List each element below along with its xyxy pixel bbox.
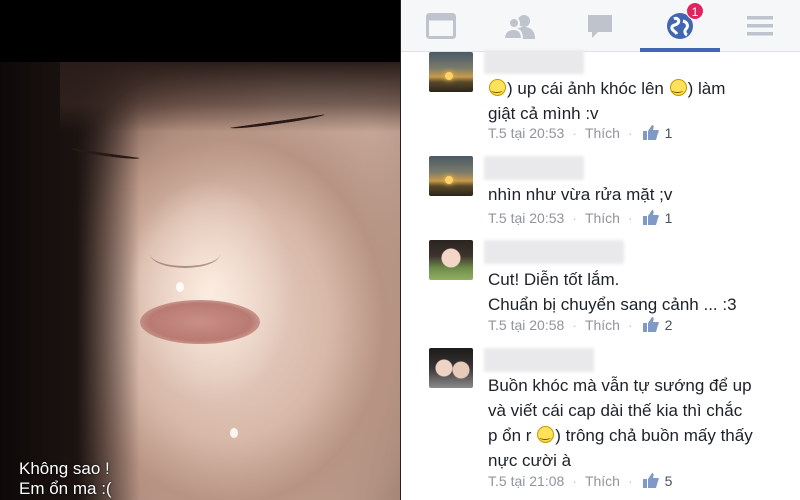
separator: ·: [572, 473, 577, 489]
commenter-name-blurred[interactable]: [484, 348, 594, 372]
photo-lips: [140, 300, 260, 344]
thumbs-up-icon: [642, 473, 659, 488]
browser-icon: [426, 13, 456, 39]
commenter-name-blurred[interactable]: [484, 156, 584, 180]
avatar[interactable]: [429, 52, 473, 92]
separator: ·: [572, 317, 577, 333]
comment-timestamp[interactable]: T.5 tại 20:53: [488, 125, 564, 141]
caption-line-1: Không sao !: [19, 459, 110, 478]
photo-tear: [230, 428, 238, 438]
photo-caption: Không sao ! Em ổn ma :(: [19, 459, 112, 499]
comment-meta: T.5 tại 21:08 · Thích · 5: [488, 471, 672, 491]
comment-text: Buồn khóc mà vẫn tự sướng để up và viết …: [488, 373, 788, 473]
photo-nose: [150, 240, 220, 268]
avatar[interactable]: [429, 156, 473, 196]
thumbs-up-icon: [642, 210, 659, 225]
avatar[interactable]: [429, 240, 473, 280]
like-link[interactable]: Thích: [585, 317, 620, 333]
comment-text: nhìn như vừa rửa mặt ;v: [488, 185, 673, 204]
like-count[interactable]: 5: [665, 473, 673, 489]
thumbs-up-icon: [642, 125, 659, 140]
avatar[interactable]: [429, 348, 473, 388]
friends-icon: [503, 15, 535, 39]
comment-text: ) up cái ảnh khóc lên ) làm giật cả mình…: [488, 76, 788, 126]
nav-messages-button[interactable]: [560, 0, 640, 52]
photo-tear: [176, 282, 184, 292]
commenter-name-blurred[interactable]: [484, 50, 584, 74]
facebook-comments-panel: 1 ) up cái ảnh khóc lên ) làm giật cả mì…: [401, 0, 800, 500]
comment-timestamp[interactable]: T.5 tại 21:08: [488, 473, 564, 489]
separator: ·: [627, 473, 633, 489]
comment-meta: T.5 tại 20:53 · Thích · 1: [488, 208, 672, 228]
like-count[interactable]: 1: [665, 125, 673, 141]
like-link[interactable]: Thích: [585, 210, 620, 226]
thumbs-up-icon: [642, 317, 659, 332]
nav-friend-requests-button[interactable]: [480, 0, 560, 52]
photo-hair-top: [60, 62, 400, 132]
separator: ·: [572, 210, 577, 226]
menu-icon: [747, 16, 773, 36]
comment-meta: T.5 tại 20:58 · Thích · 2: [488, 315, 672, 335]
separator: ·: [627, 317, 633, 333]
caption-line-2: Em ổn ma :(: [19, 479, 112, 498]
separator: ·: [627, 125, 633, 141]
nav-menu-button[interactable]: [720, 0, 800, 52]
separator: ·: [627, 210, 633, 226]
commenter-name-blurred[interactable]: [484, 240, 624, 264]
like-link[interactable]: Thích: [585, 125, 620, 141]
like-count[interactable]: 1: [665, 210, 673, 226]
like-count[interactable]: 2: [665, 317, 673, 333]
photo-panel: Không sao ! Em ổn ma :(: [0, 0, 400, 500]
like-link[interactable]: Thích: [585, 473, 620, 489]
smiley-emoji-icon: [489, 78, 506, 96]
comment-timestamp[interactable]: T.5 tại 20:53: [488, 210, 564, 226]
notification-count-badge: 1: [686, 2, 704, 20]
separator: ·: [572, 125, 577, 141]
nav-news-feed-button[interactable]: [401, 0, 481, 52]
messages-icon: [588, 15, 612, 38]
comment-text: Cut! Diễn tốt lắm. Chuẩn bị chuyển sang …: [488, 270, 737, 314]
smiley-emoji-icon: [537, 425, 555, 443]
comment-timestamp[interactable]: T.5 tại 20:58: [488, 317, 564, 333]
comment-meta: T.5 tại 20:53 · Thích · 1: [488, 123, 672, 143]
top-navigation-bar: 1: [401, 0, 800, 52]
nav-notifications-button[interactable]: 1: [640, 0, 720, 52]
comment-text-part: ) up cái ảnh khóc lên: [507, 79, 669, 98]
smiley-emoji-icon: [669, 78, 687, 96]
